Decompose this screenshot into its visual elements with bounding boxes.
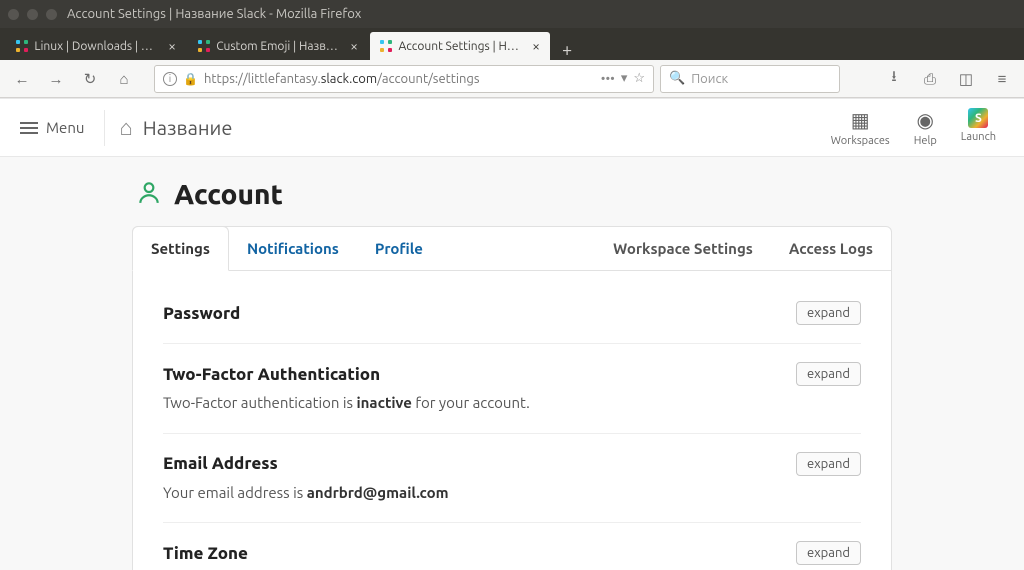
section-title: Time Zone bbox=[163, 544, 248, 563]
person-icon bbox=[136, 179, 162, 210]
browser-tab-active[interactable]: Account Settings | Назв… × bbox=[370, 32, 550, 60]
section-title: Email Address bbox=[163, 454, 278, 473]
browser-tab[interactable]: Custom Emoji | Названи… × bbox=[188, 32, 368, 60]
header-right: ▦ Workspaces ◉ Help S Launch bbox=[831, 108, 996, 147]
browser-navbar: ← → ↻ ⌂ i 🔒 https://littlefantasy.slack.… bbox=[0, 60, 1024, 98]
reload-button[interactable]: ↻ bbox=[76, 65, 104, 93]
more-icon[interactable]: ••• bbox=[601, 72, 615, 86]
launch-button[interactable]: S Launch bbox=[961, 108, 996, 147]
slack-favicon-icon bbox=[16, 39, 28, 53]
burger-icon bbox=[20, 122, 38, 134]
home-button[interactable]: ⌂ bbox=[110, 65, 138, 93]
section-email: Email Address expand Your email address … bbox=[163, 434, 861, 524]
page-inner: Account Settings Notifications Profile W… bbox=[132, 157, 892, 570]
section-title: Password bbox=[163, 304, 240, 323]
page-content: Menu ⌂ Название ▦ Workspaces ◉ Help S La… bbox=[0, 98, 1024, 570]
tab-label: Linux | Downloads | Slac… bbox=[34, 40, 158, 53]
tab-settings[interactable]: Settings bbox=[132, 226, 229, 271]
menu-button[interactable]: Menu bbox=[20, 119, 102, 136]
grid-icon: ▦ bbox=[851, 108, 870, 132]
tab-label: Account Settings | Назв… bbox=[398, 40, 522, 53]
tab-close-icon[interactable]: × bbox=[168, 38, 176, 54]
search-bar[interactable]: 🔍 Поиск bbox=[660, 65, 840, 93]
section-two-factor: Two-Factor Authentication expand Two-Fac… bbox=[163, 344, 861, 434]
tab-access-logs[interactable]: Access Logs bbox=[771, 227, 891, 270]
section-password: Password expand bbox=[163, 283, 861, 344]
new-tab-button[interactable]: + bbox=[552, 40, 582, 60]
home-icon: ⌂ bbox=[119, 115, 132, 141]
expand-button[interactable]: expand bbox=[796, 362, 861, 386]
url-text: https://littlefantasy.slack.com/account/… bbox=[204, 72, 595, 86]
tabs-right: Workspace Settings Access Logs bbox=[595, 227, 891, 270]
window-title: Account Settings | Название Slack - Mozi… bbox=[67, 7, 361, 21]
slack-favicon-icon bbox=[380, 39, 392, 53]
window-close[interactable] bbox=[8, 9, 19, 20]
menu-label: Menu bbox=[46, 119, 84, 136]
section-description: Two-Factor authentication is inactive fo… bbox=[163, 392, 861, 415]
search-placeholder: Поиск bbox=[691, 72, 728, 86]
help-label: Help bbox=[914, 135, 937, 147]
sections: Password expand Two-Factor Authenticatio… bbox=[133, 271, 891, 570]
page-body: Account Settings Notifications Profile W… bbox=[0, 157, 1024, 570]
forward-button[interactable]: → bbox=[42, 65, 70, 93]
section-title: Two-Factor Authentication bbox=[163, 365, 380, 384]
slack-icon: S bbox=[968, 108, 988, 128]
tab-close-icon[interactable]: × bbox=[532, 38, 540, 54]
tabs-row: Settings Notifications Profile Workspace… bbox=[133, 227, 891, 271]
expand-button[interactable]: expand bbox=[796, 541, 861, 565]
search-icon: 🔍 bbox=[669, 71, 685, 86]
url-bar[interactable]: i 🔒 https://littlefantasy.slack.com/acco… bbox=[154, 65, 654, 93]
lock-icon: 🔒 bbox=[183, 72, 198, 86]
section-timezone: Time Zone expand Slack uses your time zo… bbox=[163, 523, 861, 570]
reader-icon[interactable]: ▾ bbox=[621, 71, 628, 86]
page-title-text: Account bbox=[174, 179, 283, 210]
window-minimize[interactable] bbox=[27, 9, 38, 20]
tab-notifications[interactable]: Notifications bbox=[229, 227, 357, 270]
help-button[interactable]: ◉ Help bbox=[914, 108, 937, 147]
navbar-right-icons: ⭳ ⎙ ◫ ≡ bbox=[880, 65, 1016, 93]
sidebar-icon[interactable]: ◫ bbox=[952, 65, 980, 93]
menu-icon[interactable]: ≡ bbox=[988, 65, 1016, 93]
tab-close-icon[interactable]: × bbox=[350, 38, 358, 54]
window-controls bbox=[8, 9, 57, 20]
workspace-name[interactable]: ⌂ Название bbox=[119, 115, 232, 141]
bookmark-icon[interactable]: ☆ bbox=[633, 71, 645, 86]
slack-favicon-icon bbox=[198, 39, 210, 53]
launch-label: Launch bbox=[961, 131, 996, 143]
workspaces-button[interactable]: ▦ Workspaces bbox=[831, 108, 890, 147]
firefox-window: Account Settings | Название Slack - Mozi… bbox=[0, 0, 1024, 570]
window-titlebar: Account Settings | Название Slack - Mozi… bbox=[0, 0, 1024, 28]
section-description: Your email address is andrbrd@gmail.com bbox=[163, 482, 861, 505]
tab-label: Custom Emoji | Названи… bbox=[216, 40, 340, 53]
browser-tabstrip: Linux | Downloads | Slac… × Custom Emoji… bbox=[0, 28, 1024, 60]
window-maximize[interactable] bbox=[46, 9, 57, 20]
page-title: Account bbox=[136, 179, 892, 210]
workspaces-label: Workspaces bbox=[831, 135, 890, 147]
browser-tab[interactable]: Linux | Downloads | Slac… × bbox=[6, 32, 186, 60]
site-info-icon[interactable]: i bbox=[163, 72, 177, 86]
expand-button[interactable]: expand bbox=[796, 301, 861, 325]
back-button[interactable]: ← bbox=[8, 65, 36, 93]
workspace-label: Название bbox=[143, 116, 233, 139]
expand-button[interactable]: expand bbox=[796, 452, 861, 476]
library-icon[interactable]: ⎙ bbox=[916, 65, 944, 93]
settings-card: Settings Notifications Profile Workspace… bbox=[132, 226, 892, 570]
tab-workspace-settings[interactable]: Workspace Settings bbox=[595, 227, 771, 270]
downloads-icon[interactable]: ⭳ bbox=[880, 65, 908, 93]
slack-header: Menu ⌂ Название ▦ Workspaces ◉ Help S La… bbox=[0, 99, 1024, 157]
divider bbox=[104, 110, 105, 146]
tab-profile[interactable]: Profile bbox=[357, 227, 441, 270]
help-icon: ◉ bbox=[917, 108, 934, 132]
